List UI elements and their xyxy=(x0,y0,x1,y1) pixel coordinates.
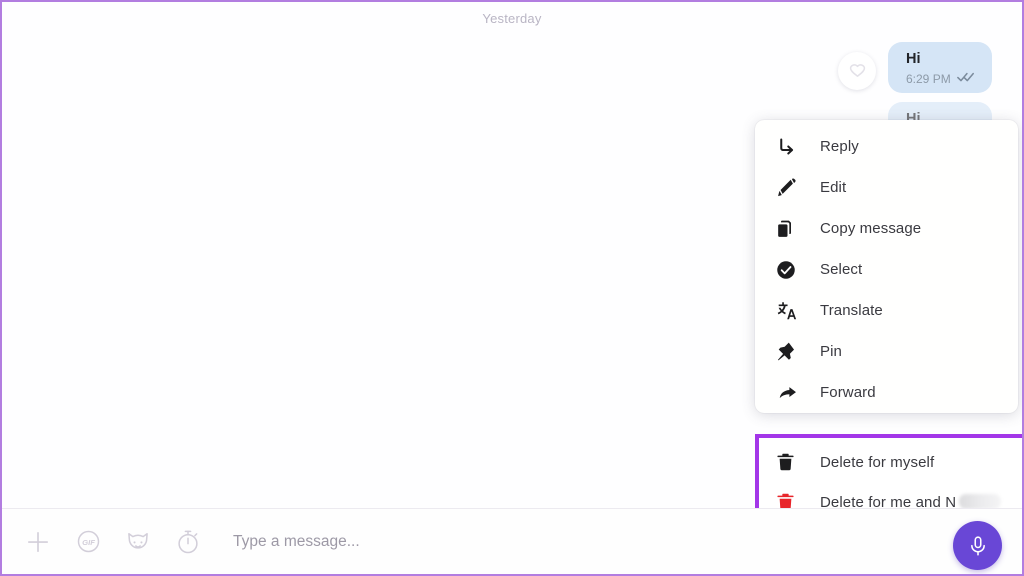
voice-record-button[interactable] xyxy=(953,521,1002,570)
menu-item-label: Delete for myself xyxy=(820,453,935,471)
menu-item-delete-for-myself[interactable]: Delete for myself xyxy=(759,442,1022,482)
menu-item-label: Edit xyxy=(820,179,847,196)
message-bubble[interactable]: Hi 6:29 PM xyxy=(888,42,992,93)
gif-icon[interactable]: GIF xyxy=(73,527,103,557)
message-context-menu: Reply Edit Copy message Select Translate… xyxy=(755,120,1022,530)
menu-item-forward[interactable]: Forward xyxy=(755,372,1018,413)
reaction-button[interactable] xyxy=(838,52,876,90)
message-timestamp: 6:29 PM xyxy=(906,71,951,86)
svg-text:GIF: GIF xyxy=(82,538,95,547)
message-composer: GIF xyxy=(2,508,1022,574)
menu-item-translate[interactable]: Translate xyxy=(755,290,1018,331)
date-separator: Yesterday xyxy=(482,11,542,26)
heart-icon xyxy=(848,62,867,81)
menu-item-label: Select xyxy=(820,261,863,278)
copy-icon xyxy=(776,219,806,239)
menu-item-edit[interactable]: Edit xyxy=(755,167,1018,208)
forward-arrow-icon xyxy=(776,382,806,404)
message-meta: 6:29 PM xyxy=(906,71,976,86)
message-text: Hi xyxy=(906,51,921,67)
pencil-icon xyxy=(776,177,806,198)
trash-dark-icon xyxy=(776,452,806,472)
menu-item-label: Copy message xyxy=(820,220,922,237)
check-circle-icon xyxy=(776,260,806,280)
menu-item-copy-message[interactable]: Copy message xyxy=(755,208,1018,249)
plus-icon[interactable] xyxy=(23,527,53,557)
pin-icon xyxy=(776,341,806,362)
menu-item-reply[interactable]: Reply xyxy=(755,126,1018,167)
menu-item-pin[interactable]: Pin xyxy=(755,331,1018,372)
double-check-icon xyxy=(956,71,975,86)
microphone-icon xyxy=(967,535,989,557)
message-input[interactable] xyxy=(233,532,1022,551)
chat-window: Yesterday Hi 6:29 PM Hi Reply Edit Copy … xyxy=(0,0,1024,576)
stopwatch-icon[interactable] xyxy=(173,527,203,557)
menu-item-label: Reply xyxy=(820,138,859,155)
reply-arrow-icon xyxy=(776,136,806,157)
sticker-cat-icon[interactable] xyxy=(123,527,153,557)
menu-item-label: Translate xyxy=(820,302,883,319)
menu-item-label: Pin xyxy=(820,343,842,360)
menu-item-label: Forward xyxy=(820,384,876,401)
redacted-contact-name xyxy=(959,493,1002,509)
translate-icon xyxy=(776,300,806,321)
menu-item-select[interactable]: Select xyxy=(755,249,1018,290)
